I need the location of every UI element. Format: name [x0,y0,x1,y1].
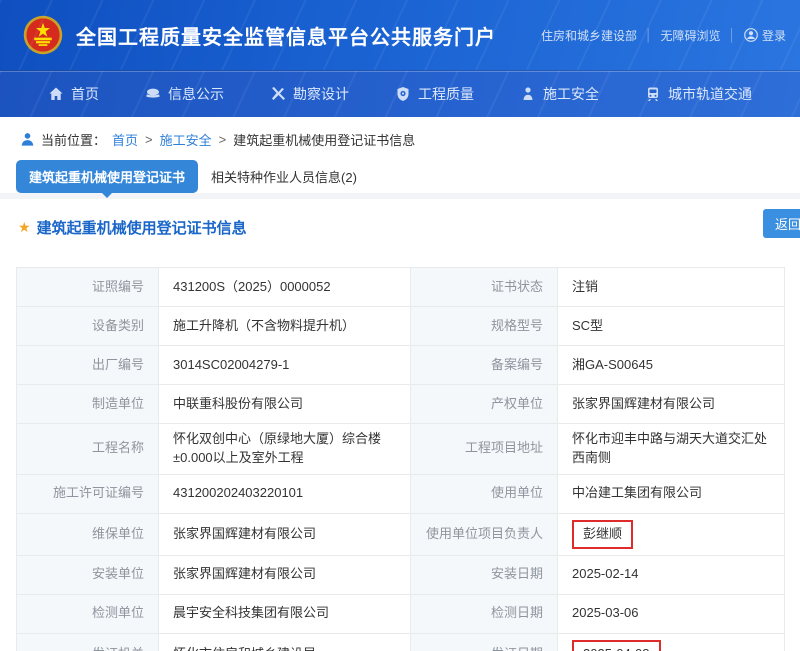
field-label: 安装单位 [17,556,159,595]
site-title: 全国工程质量安全监管信息平台公共服务门户 [76,21,496,50]
nav-item-safety[interactable]: 施工安全 [520,84,599,104]
field-value: 中冶建工集团有限公司 [558,475,784,514]
site-header: 全国工程质量安全监管信息平台公共服务门户 住房和城乡建设部 │ 无障碍浏览 │ … [0,0,800,70]
person-icon [20,132,35,147]
login-link[interactable]: 登录 [744,27,786,44]
breadcrumb-separator: > [219,132,227,147]
separator: │ [728,28,736,42]
field-label: 使用单位项目负责人 [411,514,558,556]
field-label: 设备类别 [17,307,159,346]
field-value: 怀化双创中心（原绿地大厦）综合楼±0.000以上及室外工程 [159,424,411,475]
detail-tabs: 建筑起重机械使用登记证书 相关特种作业人员信息(2) [0,160,800,193]
field-label: 发证机关 [17,634,159,651]
field-label: 备案编号 [411,346,558,385]
tab-certificate-info[interactable]: 建筑起重机械使用登记证书 [16,160,198,193]
breadcrumb-separator: > [145,132,153,147]
certificate-table: 证照编号431200S（2025）0000052证书状态注销设备类别施工升降机（… [16,267,785,651]
breadcrumb-parent[interactable]: 施工安全 [160,130,212,149]
tab-special-workers[interactable]: 相关特种作业人员信息(2) [198,160,370,193]
field-value: 湘GA-S00645 [558,346,784,385]
nav-item-survey-design[interactable]: 勘察设计 [270,84,349,104]
field-label: 施工许可证编号 [17,475,159,514]
field-label: 出厂编号 [17,346,159,385]
field-label: 维保单位 [17,514,159,556]
nav-item-info-publicity[interactable]: 信息公示 [145,84,224,104]
quality-shield-icon [395,86,411,102]
nav-item-home[interactable]: 首页 [48,84,99,104]
field-value: SC型 [558,307,784,346]
field-label: 检测日期 [411,595,558,634]
field-value: 施工升降机（不含物料提升机） [159,307,411,346]
field-value: 张家界国辉建材有限公司 [159,556,411,595]
field-value: 2025-03-06 [558,595,784,634]
highlight-box: 2025-04-08 [572,640,661,651]
field-label: 发证日期 [411,634,558,651]
star-icon: ★ [18,219,31,236]
metro-train-icon [645,86,661,102]
mohurd-link[interactable]: 住房和城乡建设部 [541,27,637,44]
user-icon [744,28,758,42]
field-label: 工程名称 [17,424,159,475]
nav-item-metro[interactable]: 城市轨道交通 [645,84,752,104]
field-label: 规格型号 [411,307,558,346]
section-header: ★ 建筑起重机械使用登记证书信息 返回 [0,199,800,241]
field-label: 产权单位 [411,385,558,424]
breadcrumb-home[interactable]: 首页 [112,130,138,149]
nav-item-quality[interactable]: 工程质量 [395,84,474,104]
field-label: 安装日期 [411,556,558,595]
highlight-box: 彭继顺 [572,520,633,549]
separator: │ [645,28,653,42]
field-value: 431200S（2025）0000052 [159,268,411,307]
field-label: 制造单位 [17,385,159,424]
field-value: 张家界国辉建材有限公司 [558,385,784,424]
field-value: 晨宇安全科技集团有限公司 [159,595,411,634]
field-value: 2025-04-08 [558,634,784,651]
field-label: 使用单位 [411,475,558,514]
field-value: 2025-02-14 [558,556,784,595]
badge-icon [145,86,161,102]
main-nav: 首页 信息公示 勘察设计 工程质量 施工安全 城市轨道交通 [0,70,800,117]
field-value: 彭继顺 [558,514,784,556]
field-value: 注销 [558,268,784,307]
breadcrumb-prefix: 当前位置： [41,130,106,149]
home-icon [48,86,64,102]
breadcrumb: 当前位置： 首页 > 施工安全 > 建筑起重机械使用登记证书信息 [0,117,800,160]
safety-person-icon [520,86,536,102]
accessibility-link[interactable]: 无障碍浏览 [660,27,720,44]
header-links: 住房和城乡建设部 │ 无障碍浏览 │ 登录 [541,27,786,44]
field-value: 张家界国辉建材有限公司 [159,514,411,556]
field-value: 怀化市迎丰中路与湖天大道交汇处西南侧 [558,424,784,475]
field-label: 工程项目地址 [411,424,558,475]
back-button[interactable]: 返回 [763,209,800,238]
field-label: 证照编号 [17,268,159,307]
field-value: 中联重科股份有限公司 [159,385,411,424]
national-emblem-logo [22,14,64,56]
field-label: 检测单位 [17,595,159,634]
page-title: 建筑起重机械使用登记证书信息 [37,217,247,238]
field-value: 3014SC02004279-1 [159,346,411,385]
breadcrumb-current: 建筑起重机械使用登记证书信息 [233,130,415,149]
field-value: 怀化市住房和城乡建设局 [159,634,411,651]
survey-icon [270,86,286,102]
field-label: 证书状态 [411,268,558,307]
field-value: 431200202403220101 [159,475,411,514]
